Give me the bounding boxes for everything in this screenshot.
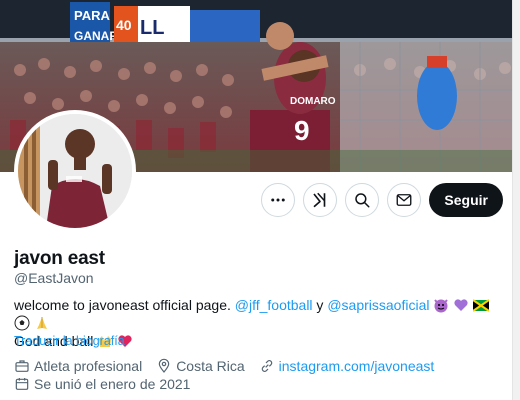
- profile-meta: Atleta profesional Costa Rica instagram.…: [14, 358, 444, 374]
- profile-handle: @EastJavon: [14, 270, 94, 286]
- grok-button[interactable]: [303, 183, 338, 217]
- location-pin-icon: [158, 358, 170, 373]
- avatar-image: [18, 114, 132, 228]
- more-button[interactable]: [261, 183, 296, 217]
- follow-button[interactable]: Seguir: [429, 183, 503, 217]
- bio-mention-saprissa[interactable]: @saprissaoficial: [327, 297, 429, 313]
- more-horizontal-icon: [271, 198, 286, 202]
- translate-bio-link[interactable]: Traducir la biografía: [14, 334, 125, 348]
- banner-sign-40: 40: [116, 17, 132, 33]
- profile-actions: Seguir: [261, 183, 503, 217]
- grok-icon: [313, 192, 326, 208]
- calendar-icon: [15, 378, 29, 390]
- meta-website[interactable]: instagram.com/javoneast: [259, 358, 435, 374]
- profession-label: Atleta profesional: [34, 358, 143, 374]
- praying-hands-icon: [36, 317, 47, 329]
- search-profile-button[interactable]: [345, 183, 380, 217]
- profile-name: javon east: [14, 248, 105, 269]
- purple-heart-icon: [454, 299, 468, 311]
- profile-joined: Se unió el enero de 2021: [14, 376, 190, 392]
- envelope-icon: [396, 194, 412, 206]
- joined-label: Se unió el enero de 2021: [34, 376, 191, 392]
- profile-avatar[interactable]: [14, 110, 136, 232]
- jersey-name: DOMARO: [290, 96, 336, 107]
- meta-profession: Atleta profesional: [14, 358, 142, 374]
- bio-text-and: y: [312, 297, 328, 313]
- link-icon: [261, 360, 272, 372]
- banner-sign-ll: LL: [140, 17, 164, 39]
- meta-location: Costa Rica: [156, 358, 245, 374]
- search-icon: [355, 193, 370, 208]
- smiling-devil-icon: [434, 299, 449, 313]
- location-label: Costa Rica: [176, 358, 245, 374]
- banner-sign-para: PARA: [74, 8, 110, 23]
- bio-mention-jff[interactable]: @jff_football: [235, 297, 313, 313]
- jersey-number: 9: [294, 115, 310, 146]
- scrollbar[interactable]: [512, 0, 520, 400]
- briefcase-icon: [15, 360, 29, 372]
- banner-sign-ganar: GANAR: [74, 29, 118, 43]
- website-link[interactable]: instagram.com/javoneast: [279, 358, 435, 374]
- soccer-ball-icon: [14, 315, 30, 331]
- jamaica-flag-icon: [473, 299, 490, 312]
- message-button[interactable]: [387, 183, 422, 217]
- bio-text-intro: welcome to javoneast official page.: [14, 297, 235, 313]
